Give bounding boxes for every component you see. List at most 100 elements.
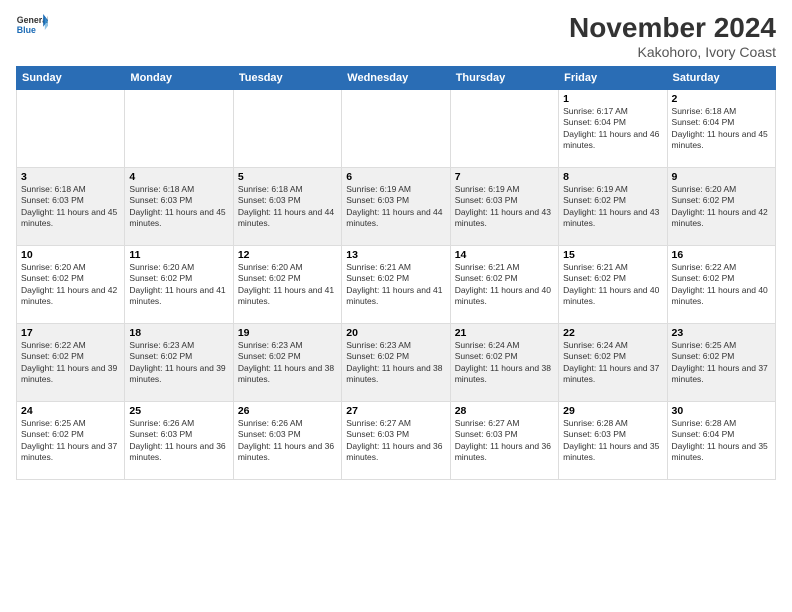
week-row-2: 3Sunrise: 6:18 AM Sunset: 6:03 PM Daylig…: [17, 168, 776, 246]
day-info: Sunrise: 6:19 AM Sunset: 6:03 PM Dayligh…: [455, 184, 554, 230]
calendar-cell: [450, 90, 558, 168]
calendar-cell: 23Sunrise: 6:25 AM Sunset: 6:02 PM Dayli…: [667, 324, 775, 402]
day-info: Sunrise: 6:27 AM Sunset: 6:03 PM Dayligh…: [346, 418, 445, 464]
column-header-thursday: Thursday: [450, 67, 558, 90]
calendar-cell: 18Sunrise: 6:23 AM Sunset: 6:02 PM Dayli…: [125, 324, 233, 402]
day-number: 14: [455, 249, 554, 261]
day-number: 6: [346, 171, 445, 183]
week-row-3: 10 Sunrise: 6:20 AM Sunset: 6:02 PM Dayli…: [17, 246, 776, 324]
day-number: 5: [238, 171, 337, 183]
day-number: 20: [346, 327, 445, 339]
header: General Blue November 2024 Kakohoro, Ivo…: [16, 12, 776, 60]
day-number: 29: [563, 405, 662, 417]
day-info: Sunrise: 6:17 AM Sunset: 6:04 PM Dayligh…: [563, 106, 662, 152]
day-number: 22: [563, 327, 662, 339]
day-info: Sunrise: 6:19 AM Sunset: 6:02 PM Dayligh…: [563, 184, 662, 230]
calendar-cell: 5Sunrise: 6:18 AM Sunset: 6:03 PM Daylig…: [233, 168, 341, 246]
calendar-cell: [233, 90, 341, 168]
day-info: Sunrise: 6:21 AM Sunset: 6:02 PM Dayligh…: [346, 262, 445, 308]
day-info: Sunrise: 6:26 AM Sunset: 6:03 PM Dayligh…: [129, 418, 228, 464]
day-info: Sunrise: 6:20 AM Sunset: 6:02 PM Dayligh…: [129, 262, 228, 308]
day-number: 13: [346, 249, 445, 261]
calendar-cell: 14Sunrise: 6:21 AM Sunset: 6:02 PM Dayli…: [450, 246, 558, 324]
calendar-cell: 28Sunrise: 6:27 AM Sunset: 6:03 PM Dayli…: [450, 402, 558, 480]
column-header-monday: Monday: [125, 67, 233, 90]
calendar-cell: 3Sunrise: 6:18 AM Sunset: 6:03 PM Daylig…: [17, 168, 125, 246]
day-info: Sunrise: 6:20 AM Sunset: 6:02 PM Dayligh…: [672, 184, 771, 230]
day-info: Sunrise: 6:24 AM Sunset: 6:02 PM Dayligh…: [455, 340, 554, 386]
calendar-cell: 2Sunrise: 6:18 AM Sunset: 6:04 PM Daylig…: [667, 90, 775, 168]
calendar-cell: 10Sunrise: 6:20 AM Sunset: 6:02 PM Dayli…: [17, 246, 125, 324]
calendar-cell: [125, 90, 233, 168]
day-number: 15: [563, 249, 662, 261]
day-info: Sunrise: 6:26 AM Sunset: 6:03 PM Dayligh…: [238, 418, 337, 464]
day-number: 28: [455, 405, 554, 417]
day-number: 3: [21, 171, 120, 183]
day-number: 30: [672, 405, 771, 417]
column-header-saturday: Saturday: [667, 67, 775, 90]
svg-text:Blue: Blue: [17, 25, 36, 35]
calendar-cell: 13Sunrise: 6:21 AM Sunset: 6:02 PM Dayli…: [342, 246, 450, 324]
day-number: 4: [129, 171, 228, 183]
page: General Blue November 2024 Kakohoro, Ivo…: [0, 0, 792, 612]
day-info: Sunrise: 6:24 AM Sunset: 6:02 PM Dayligh…: [563, 340, 662, 386]
day-info: Sunrise: 6:28 AM Sunset: 6:03 PM Dayligh…: [563, 418, 662, 464]
calendar-cell: 25Sunrise: 6:26 AM Sunset: 6:03 PM Dayli…: [125, 402, 233, 480]
week-row-5: 24Sunrise: 6:25 AM Sunset: 6:02 PM Dayli…: [17, 402, 776, 480]
calendar-cell: 20Sunrise: 6:23 AM Sunset: 6:02 PM Dayli…: [342, 324, 450, 402]
day-info: Sunrise: 6:23 AM Sunset: 6:02 PM Dayligh…: [238, 340, 337, 386]
calendar-cell: 27Sunrise: 6:27 AM Sunset: 6:03 PM Dayli…: [342, 402, 450, 480]
column-header-sunday: Sunday: [17, 67, 125, 90]
column-header-friday: Friday: [559, 67, 667, 90]
day-info: Sunrise: 6:25 AM Sunset: 6:02 PM Dayligh…: [672, 340, 771, 386]
calendar-cell: 4Sunrise: 6:18 AM Sunset: 6:03 PM Daylig…: [125, 168, 233, 246]
day-number: 12: [238, 249, 337, 261]
header-row: SundayMondayTuesdayWednesdayThursdayFrid…: [17, 67, 776, 90]
subtitle: Kakohoro, Ivory Coast: [569, 44, 776, 60]
week-row-4: 17Sunrise: 6:22 AM Sunset: 6:02 PM Dayli…: [17, 324, 776, 402]
day-number: 21: [455, 327, 554, 339]
day-info: Sunrise: 6:18 AM Sunset: 6:03 PM Dayligh…: [238, 184, 337, 230]
day-number: 24: [21, 405, 120, 417]
day-info: Sunrise: 6:18 AM Sunset: 6:03 PM Dayligh…: [129, 184, 228, 230]
day-info: Sunrise: 6:21 AM Sunset: 6:02 PM Dayligh…: [455, 262, 554, 308]
day-info: Sunrise: 6:18 AM Sunset: 6:03 PM Dayligh…: [21, 184, 120, 230]
day-info: Sunrise: 6:19 AM Sunset: 6:03 PM Dayligh…: [346, 184, 445, 230]
day-number: 19: [238, 327, 337, 339]
calendar-cell: 15Sunrise: 6:21 AM Sunset: 6:02 PM Dayli…: [559, 246, 667, 324]
week-row-1: 1Sunrise: 6:17 AM Sunset: 6:04 PM Daylig…: [17, 90, 776, 168]
day-info: Sunrise: 6:21 AM Sunset: 6:02 PM Dayligh…: [563, 262, 662, 308]
title-area: November 2024 Kakohoro, Ivory Coast: [569, 12, 776, 60]
calendar-cell: 7Sunrise: 6:19 AM Sunset: 6:03 PM Daylig…: [450, 168, 558, 246]
calendar-cell: 12Sunrise: 6:20 AM Sunset: 6:02 PM Dayli…: [233, 246, 341, 324]
day-number: 16: [672, 249, 771, 261]
day-info: Sunrise: 6:18 AM Sunset: 6:04 PM Dayligh…: [672, 106, 771, 152]
day-number: 25: [129, 405, 228, 417]
calendar-cell: 11Sunrise: 6:20 AM Sunset: 6:02 PM Dayli…: [125, 246, 233, 324]
day-number: 10: [21, 249, 120, 261]
calendar-cell: 6Sunrise: 6:19 AM Sunset: 6:03 PM Daylig…: [342, 168, 450, 246]
calendar-cell: 29Sunrise: 6:28 AM Sunset: 6:03 PM Dayli…: [559, 402, 667, 480]
calendar-cell: 8Sunrise: 6:19 AM Sunset: 6:02 PM Daylig…: [559, 168, 667, 246]
main-title: November 2024: [569, 12, 776, 44]
day-number: 23: [672, 327, 771, 339]
day-number: 7: [455, 171, 554, 183]
calendar-cell: 21Sunrise: 6:24 AM Sunset: 6:02 PM Dayli…: [450, 324, 558, 402]
logo: General Blue: [16, 12, 48, 40]
day-number: 11: [129, 249, 228, 261]
day-number: 26: [238, 405, 337, 417]
day-number: 18: [129, 327, 228, 339]
day-info: Sunrise: 6:22 AM Sunset: 6:02 PM Dayligh…: [21, 340, 120, 386]
day-number: 8: [563, 171, 662, 183]
day-number: 1: [563, 93, 662, 105]
day-info: Sunrise: 6:25 AM Sunset: 6:02 PM Dayligh…: [21, 418, 120, 464]
calendar-table: SundayMondayTuesdayWednesdayThursdayFrid…: [16, 66, 776, 480]
calendar-cell: 9Sunrise: 6:20 AM Sunset: 6:02 PM Daylig…: [667, 168, 775, 246]
calendar-cell: [342, 90, 450, 168]
calendar-cell: 1Sunrise: 6:17 AM Sunset: 6:04 PM Daylig…: [559, 90, 667, 168]
calendar-cell: 26Sunrise: 6:26 AM Sunset: 6:03 PM Dayli…: [233, 402, 341, 480]
day-number: 17: [21, 327, 120, 339]
calendar-cell: 24Sunrise: 6:25 AM Sunset: 6:02 PM Dayli…: [17, 402, 125, 480]
column-header-tuesday: Tuesday: [233, 67, 341, 90]
day-info: Sunrise: 6:22 AM Sunset: 6:02 PM Dayligh…: [672, 262, 771, 308]
